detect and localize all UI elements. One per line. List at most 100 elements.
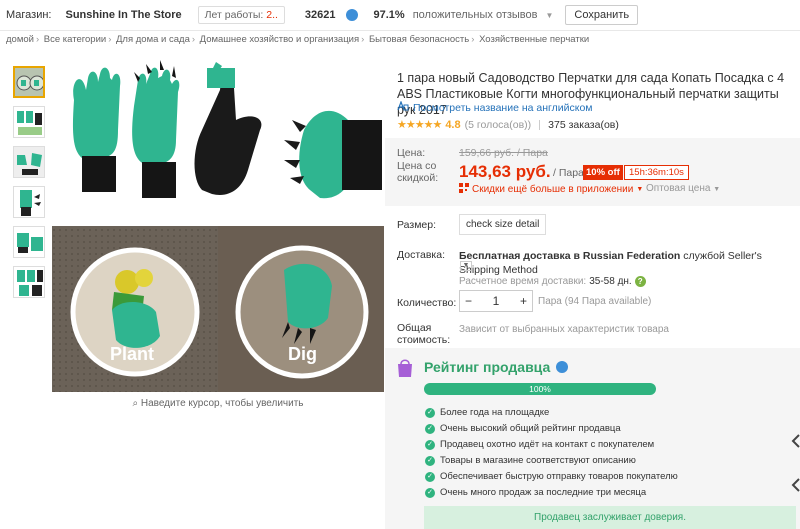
check-icon: ✓ — [425, 407, 435, 418]
size-detail-button[interactable]: check size detail — [459, 214, 547, 235]
thumbnail-3[interactable] — [13, 146, 45, 178]
shipping-free-text: Бесплатная доставка в Russian Federation — [459, 250, 681, 262]
chevron-left-icon — [791, 434, 800, 448]
shipping-info: Бесплатная доставка в Russian Federation… — [459, 249, 799, 277]
discount-price-label-1: Цена со — [397, 160, 437, 172]
years-label: Лет работы: — [204, 9, 264, 21]
orders-count: 375 заказа(ов) — [548, 118, 619, 131]
help-icon[interactable]: ? — [634, 276, 646, 287]
seller-feature: ✓ Продавец охотно идёт на контакт с покуп… — [425, 439, 654, 450]
seller-score: 32621 — [304, 9, 336, 21]
discount-badge: 10% off — [583, 165, 623, 180]
breadcrumb-safety[interactable]: Бытовая безопасность — [369, 34, 469, 45]
check-icon: ✓ — [425, 487, 435, 498]
seller-feature: ✓ Обеспечивает быструю отправку товаров п… — [425, 471, 678, 482]
store-header: Магазин: Sunshine In The Store Лет работ… — [0, 0, 800, 31]
price-label: Цена: — [397, 147, 426, 159]
plant-panel: Plant — [52, 226, 218, 392]
translate-link[interactable]: Посмотреть название на английском — [397, 100, 593, 114]
quantity-input[interactable]: 1 — [493, 294, 500, 308]
seller-trust-banner: Продавец заслуживает доверия. — [424, 506, 796, 529]
breadcrumb: домой › Все категории › Для дома и сада › Д… — [6, 34, 590, 45]
zoom-hint: ⌕ Наведите курсор, чтобы увеличить — [52, 398, 384, 409]
wholesale-price-text[interactable]: Оптовая цена — [646, 183, 710, 194]
seller-feature: ✓ Товары в магазине соответствуют описани… — [425, 455, 636, 466]
thumbnail-list — [13, 66, 47, 306]
store-name-link[interactable]: Sunshine In The Store — [66, 9, 182, 21]
seller-feature-text: Более года на площадке — [440, 407, 550, 418]
discount-price: 143,63 руб. — [459, 162, 551, 181]
medal-icon[interactable] — [345, 9, 358, 21]
thumbnail-2[interactable] — [13, 106, 45, 138]
old-price: 159,66 руб. / Пара — [459, 147, 548, 159]
seller-rating-title-text: Рейтинг продавца — [424, 359, 551, 375]
check-icon: ✓ — [425, 471, 435, 482]
seller-feature-text: Продавец охотно идёт на контакт с покупа… — [440, 439, 655, 450]
thumbnail-6[interactable] — [13, 266, 45, 298]
seller-feature-text: Очень много продаж за последние три меся… — [440, 487, 647, 498]
check-icon: ✓ — [425, 423, 435, 434]
rating-value: 4.8 — [445, 118, 461, 131]
side-scroll-arrows — [790, 433, 800, 496]
rating-votes[interactable]: (5 голоса(ов)) — [465, 119, 532, 131]
availability-text: Пара (94 Пара available) — [538, 296, 652, 307]
save-store-button[interactable]: Сохранить — [565, 5, 639, 25]
seller-feature: ✓ Очень много продаж за последние три мес… — [425, 487, 646, 498]
magnifier-icon: ⌕ — [132, 398, 139, 409]
price-unit: / Пара — [553, 167, 584, 179]
years-badge[interactable]: Лет работы: 2.. — [197, 6, 285, 24]
total-label-2: стоимость: — [397, 334, 451, 346]
store-label: Магазин: — [6, 9, 52, 21]
chevron-down-icon[interactable]: ▼ — [636, 186, 643, 193]
wholesale-price-link[interactable]: Оптовая цена ▼ — [646, 183, 720, 194]
breadcrumb-gloves[interactable]: Хозяйственные перчатки — [479, 34, 589, 45]
translate-icon — [397, 100, 409, 114]
seller-rating-title: Рейтинг продавца — [424, 359, 569, 375]
years-value: 2.. — [266, 9, 278, 21]
seller-rating-bar: 100% — [424, 383, 656, 395]
total-label-1: Общая — [397, 322, 432, 334]
seller-feature: ✓ Очень высокий общий рейтинг продавца — [425, 423, 621, 434]
app-discount-link[interactable]: Скидки ещё больше в приложении ▼ — [459, 183, 643, 196]
delivery-estimate: Расчетное время доставки: 35-58 дн. ? — [459, 276, 646, 287]
size-label: Размер: — [397, 219, 437, 231]
quantity-plus-button[interactable]: + — [520, 294, 527, 308]
quantity-minus-button[interactable]: − — [465, 294, 472, 308]
chevron-left-icon — [791, 478, 800, 492]
check-icon: ✓ — [425, 439, 435, 450]
main-product-image[interactable]: Plant Dig — [52, 60, 384, 392]
shipping-dropdown-icon[interactable]: ▼ — [460, 261, 472, 271]
translate-link-text[interactable]: Посмотреть название на английском — [413, 102, 593, 114]
breadcrumb-home-garden[interactable]: Для дома и сада — [116, 34, 190, 45]
rating-stars-icon[interactable]: ★★★★★ — [397, 118, 442, 131]
positive-percent: 97.1% — [373, 9, 405, 21]
thumbnail-4[interactable] — [13, 186, 45, 218]
chevron-down-icon[interactable]: ▼ — [546, 11, 554, 20]
quantity-label: Количество: — [397, 297, 457, 309]
app-discount-text[interactable]: Скидки ещё больше в приложении — [472, 184, 633, 195]
quantity-stepper: − 1 + — [459, 290, 533, 312]
qr-code-icon — [459, 183, 469, 196]
breadcrumb-all-categories[interactable]: Все категории — [44, 34, 106, 45]
seller-feature-text: Очень высокий общий рейтинг продавца — [440, 423, 621, 434]
chevron-down-icon[interactable]: ▼ — [713, 186, 720, 193]
dig-panel: Dig — [218, 226, 384, 392]
countdown-timer: 15h:36m:10s — [624, 165, 689, 180]
medal-icon[interactable] — [556, 361, 569, 373]
zoom-hint-text: Наведите курсор, чтобы увеличить — [140, 398, 304, 409]
breadcrumb-household[interactable]: Домашнее хозяйство и организация — [200, 34, 359, 45]
total-value: Зависит от выбранных характеристик товар… — [459, 324, 669, 335]
discount-price-label-2: скидкой: — [397, 172, 439, 184]
seller-feature-text: Товары в магазине соответствуют описанию — [440, 455, 636, 466]
thumbnail-5[interactable] — [13, 226, 45, 258]
dig-label: Dig — [288, 344, 317, 364]
shipping-label: Доставка: — [397, 249, 446, 261]
product-rating: ★★★★★ 4.8 (5 голоса(ов)) 375 заказа(ов) — [397, 118, 619, 132]
thumbnail-1[interactable] — [13, 66, 45, 98]
breadcrumb-home[interactable]: домой — [6, 34, 34, 45]
positive-feedback-label[interactable]: положительных отзывов — [413, 9, 538, 21]
seller-feature: ✓ Более года на площадке — [425, 407, 549, 418]
check-icon: ✓ — [425, 455, 435, 466]
divider — [539, 119, 541, 130]
seller-feature-text: Обеспечивает быструю отправку товаров по… — [440, 471, 678, 482]
